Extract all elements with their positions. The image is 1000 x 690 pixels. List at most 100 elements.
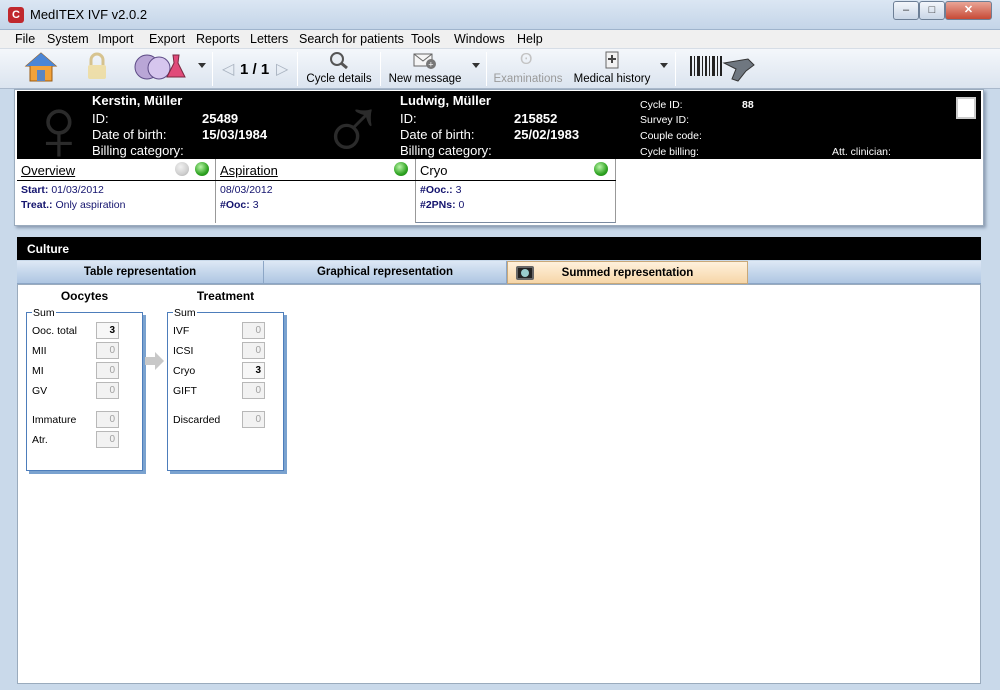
male-symbol-icon: ♂: [319, 91, 387, 159]
document-icon[interactable]: [956, 97, 976, 119]
female-name: Kerstin, Müller: [92, 93, 183, 108]
couple-code-label: Couple code:: [640, 130, 702, 142]
envelope-plus-icon: +: [413, 53, 436, 70]
couple-flask-icon: [134, 54, 186, 80]
male-id: 215852: [514, 111, 558, 126]
svg-text:+: +: [428, 60, 433, 70]
mii-label: MII: [32, 345, 47, 357]
overview-card[interactable]: Overview Start: 01/03/2012 Treat.: Only …: [17, 159, 216, 223]
medical-history-label: Medical history: [573, 73, 651, 85]
patients-button[interactable]: [130, 51, 190, 87]
home-button[interactable]: [22, 51, 60, 87]
menu-search-patients[interactable]: Search for patients: [299, 32, 404, 46]
female-billing-label: Billing category:: [92, 143, 184, 158]
discarded-field[interactable]: 0: [242, 411, 265, 428]
new-message-label: New message: [388, 73, 462, 85]
cryo-field[interactable]: 3: [242, 362, 265, 379]
close-button[interactable]: ✕: [945, 1, 992, 20]
atr-label: Atr.: [32, 434, 48, 446]
male-name: Ludwig, Müller: [400, 93, 491, 108]
cycle-billing-label: Cycle billing:: [640, 146, 699, 158]
overview-start-date: 01/03/2012: [51, 184, 104, 196]
cycle-details-button[interactable]: Cycle details: [302, 51, 376, 87]
icsi-label: ICSI: [173, 345, 194, 357]
barcode-scanner-icon: [690, 56, 755, 82]
menu-export[interactable]: Export: [149, 32, 185, 46]
examinations-button[interactable]: ʘ Examinations: [492, 51, 564, 87]
meditex-logo-icon[interactable]: C: [8, 7, 24, 23]
menu-reports[interactable]: Reports: [196, 32, 240, 46]
culture-header: Culture: [17, 237, 981, 260]
cryo-ooc-label: #Ooc.:: [420, 184, 453, 196]
male-dob: 25/02/1983: [514, 127, 580, 142]
cryo-card[interactable]: Cryo #Ooc.: 3 #2PNs: 0: [416, 159, 616, 223]
mi-field[interactable]: 0: [96, 362, 119, 379]
survey-id-label: Survey ID:: [640, 114, 690, 126]
culture-content: [17, 284, 981, 684]
female-id: 25489: [202, 111, 239, 126]
discarded-label: Discarded: [173, 414, 221, 426]
status-led-gray-icon: [175, 162, 189, 176]
cycle-details-label: Cycle details: [306, 73, 372, 85]
aspiration-date: 08/03/2012: [220, 184, 273, 196]
maximize-button[interactable]: □: [919, 1, 945, 20]
menu-file[interactable]: File: [15, 32, 35, 46]
cryo-title[interactable]: Cryo: [420, 163, 447, 178]
cycle-id-label: Cycle ID:: [640, 99, 683, 111]
previous-record-icon[interactable]: ◁: [222, 59, 234, 79]
new-message-dropdown-arrow[interactable]: [472, 63, 480, 68]
treatment-sum-box: Sum IVF 0 ICSI 0 Cryo 3 GIFT 0 Discarded…: [167, 307, 284, 471]
status-led-green-icon: [394, 162, 408, 176]
gv-field[interactable]: 0: [96, 382, 119, 399]
ooc-total-label: Ooc. total: [32, 325, 77, 337]
barcode-scanner-button[interactable]: [688, 51, 758, 87]
new-message-button[interactable]: + New message: [386, 51, 464, 87]
aspiration-title[interactable]: Aspiration: [220, 163, 278, 178]
patients-dropdown-arrow[interactable]: [198, 63, 206, 68]
oocytes-sum-legend: Sum: [32, 307, 56, 319]
immature-field[interactable]: 0: [96, 411, 119, 428]
aspiration-card[interactable]: Aspiration 08/03/2012 #Ooc: 3: [216, 159, 416, 223]
lock-icon: [88, 52, 106, 79]
female-dob: 15/03/1984: [202, 127, 268, 142]
clinician-label: Att. clinician:: [832, 146, 891, 158]
menu-help[interactable]: Help: [517, 32, 543, 46]
examinations-label: Examinations: [493, 73, 563, 85]
mi-label: MI: [32, 365, 44, 377]
atr-field[interactable]: 0: [96, 431, 119, 448]
female-dob-label: Date of birth:: [92, 127, 167, 142]
camera-icon: [516, 266, 534, 280]
ooc-total-field[interactable]: 3: [96, 322, 119, 339]
home-icon: [24, 52, 58, 82]
overview-title[interactable]: Overview: [21, 163, 75, 178]
minimize-button[interactable]: –: [893, 1, 919, 20]
menu-letters[interactable]: Letters: [250, 32, 288, 46]
gift-field[interactable]: 0: [242, 382, 265, 399]
lock-button[interactable]: [82, 51, 112, 87]
cryo-2pn: 0: [458, 199, 465, 211]
cryo-label: Cryo: [173, 365, 196, 377]
next-record-icon[interactable]: ▷: [276, 59, 288, 79]
tab-summed-representation[interactable]: Summed representation: [507, 261, 748, 284]
overview-treat-label: Treat.:: [21, 199, 53, 211]
icsi-field[interactable]: 0: [242, 342, 265, 359]
menu-system[interactable]: System: [47, 32, 89, 46]
record-counter: 1 / 1: [240, 61, 270, 78]
menu-windows[interactable]: Windows: [454, 32, 505, 46]
tab-summed-label: Summed representation: [561, 267, 694, 279]
oocytes-sum-box: Sum Ooc. total 3 MII 0 MI 0 GV 0 Immatur…: [26, 307, 143, 471]
stethoscope-icon: ʘ: [520, 51, 533, 68]
medical-history-button[interactable]: Medical history: [570, 51, 654, 87]
mii-field[interactable]: 0: [96, 342, 119, 359]
toolbar: ◁ 1 / 1 ▷ Cycle details + New message ʘ …: [0, 49, 1000, 89]
menu-tools[interactable]: Tools: [411, 32, 440, 46]
medical-history-dropdown-arrow[interactable]: [660, 63, 668, 68]
tab-table-representation[interactable]: Table representation: [17, 261, 264, 284]
title-bar: C MedITEX IVF v2.0.2 – □ ✕: [0, 0, 1000, 30]
ivf-field[interactable]: 0: [242, 322, 265, 339]
tab-graphical-representation[interactable]: Graphical representation: [264, 261, 507, 284]
female-id-label: ID:: [92, 111, 109, 126]
menu-import[interactable]: Import: [98, 32, 133, 46]
gift-label: GIFT: [173, 385, 197, 397]
treatment-sum-legend: Sum: [173, 307, 197, 319]
